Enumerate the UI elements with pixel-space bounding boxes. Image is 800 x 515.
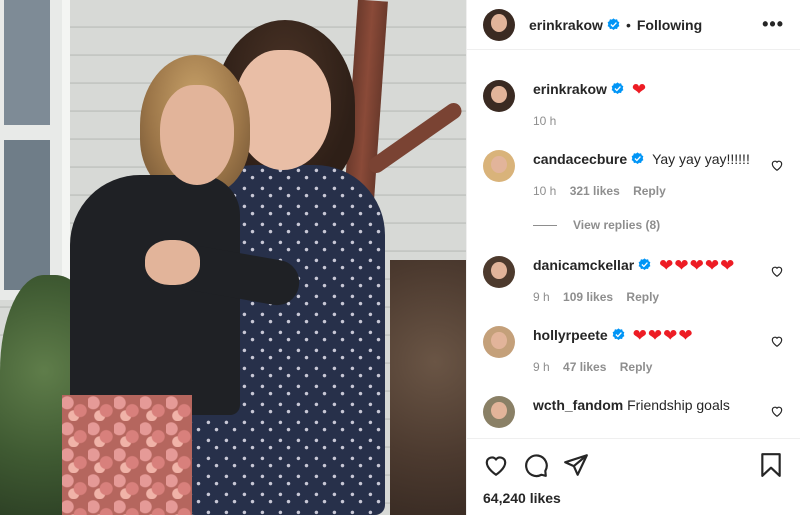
replies-divider — [533, 224, 557, 226]
heart-emoji-icon: ❤ — [663, 326, 678, 345]
comment-time: 9 h — [533, 360, 550, 374]
post-sidebar: erinkrakow • Following ••• erinkrakow ❤ … — [466, 0, 800, 515]
woman-left-pants — [62, 395, 192, 515]
heart-emoji-icon: ❤ — [674, 256, 689, 275]
comment-like-heart-icon[interactable] — [770, 334, 784, 348]
comment-likes[interactable]: 47 likes — [563, 360, 606, 374]
window — [0, 0, 70, 300]
comment-like-heart-icon[interactable] — [770, 264, 784, 278]
commenter-username[interactable]: danicamckellar — [533, 257, 634, 273]
post-actions — [467, 438, 800, 483]
commenter-avatar[interactable] — [483, 256, 515, 288]
shrub — [390, 260, 466, 515]
heart-emoji-icon: ❤ — [632, 326, 647, 345]
comment-item: wcth_fandom Friendship goals — [483, 396, 784, 428]
commenter-avatar[interactable] — [483, 150, 515, 182]
comment-hearts: ❤❤❤❤❤ — [659, 256, 735, 275]
commenter-username[interactable]: candacecbure — [533, 151, 627, 167]
comment-item: danicamckellar ❤❤❤❤❤ 9 h 109 likes Reply — [483, 256, 784, 306]
commenter-avatar[interactable] — [483, 396, 515, 428]
heart-emoji-icon: ❤ — [678, 326, 693, 345]
comment-item: hollyrpeete ❤❤❤❤ 9 h 47 likes Reply — [483, 326, 784, 376]
more-options-icon[interactable]: ••• — [762, 14, 784, 35]
woman-left-top — [70, 175, 240, 415]
comment-item: candacecbure Yay yay yay!!!!!! 10 h 321 … — [483, 150, 784, 200]
caption-username[interactable]: erinkrakow — [533, 81, 607, 97]
verified-badge-icon — [607, 18, 620, 31]
reply-button[interactable]: Reply — [626, 290, 659, 304]
comment-like-heart-icon[interactable] — [770, 158, 784, 172]
author-avatar[interactable] — [483, 8, 515, 41]
view-replies-label: View replies (8) — [573, 218, 661, 232]
separator-dot: • — [625, 16, 631, 33]
following-button[interactable]: Following — [637, 17, 702, 33]
commenter-avatar[interactable] — [483, 326, 515, 358]
caption: erinkrakow ❤ 10 h — [483, 80, 784, 130]
comment-like-heart-icon[interactable] — [770, 404, 784, 418]
heart-emoji-icon: ❤ — [720, 256, 735, 275]
comment-time: 10 h — [533, 184, 557, 198]
comment-likes[interactable]: 321 likes — [570, 184, 620, 198]
post-header: erinkrakow • Following ••• — [467, 0, 800, 50]
heart-emoji-icon: ❤ — [659, 256, 674, 275]
caption-avatar[interactable] — [483, 80, 515, 112]
view-replies-button[interactable]: View replies (8) — [533, 218, 660, 232]
comment-text: Yay yay yay!!!!!! — [652, 151, 750, 167]
verified-badge-icon — [638, 258, 651, 271]
bookmark-icon[interactable] — [758, 452, 784, 478]
heart-emoji-icon: ❤ — [631, 80, 647, 99]
heart-outline-icon[interactable] — [483, 452, 509, 478]
caption-time: 10 h — [533, 114, 557, 128]
heart-emoji-icon: ❤ — [689, 256, 704, 275]
verified-badge-icon — [612, 328, 625, 341]
hand — [145, 240, 200, 285]
author-username[interactable]: erinkrakow — [529, 17, 603, 33]
comment-text: Friendship goals — [627, 397, 730, 413]
likes-count[interactable]: 64,240 likes — [483, 490, 561, 506]
commenter-username[interactable]: wcth_fandom — [533, 397, 623, 413]
comments-list[interactable]: erinkrakow ❤ 10 h candacecbure Yay yay y… — [467, 66, 800, 438]
comment-likes[interactable]: 109 likes — [563, 290, 613, 304]
comment-hearts: ❤❤❤❤ — [632, 326, 694, 345]
woman-left-face — [160, 85, 234, 185]
verified-badge-icon — [631, 152, 644, 165]
share-icon[interactable] — [563, 452, 589, 478]
comment-icon[interactable] — [523, 452, 549, 478]
reply-button[interactable]: Reply — [633, 184, 666, 198]
heart-emoji-icon: ❤ — [704, 256, 720, 275]
post-photo[interactable] — [0, 0, 466, 515]
reply-button[interactable]: Reply — [620, 360, 653, 374]
comment-time: 9 h — [533, 290, 550, 304]
heart-emoji-icon: ❤ — [647, 326, 663, 345]
commenter-username[interactable]: hollyrpeete — [533, 327, 608, 343]
verified-badge-icon — [611, 82, 624, 95]
woman-right-face — [235, 50, 331, 170]
